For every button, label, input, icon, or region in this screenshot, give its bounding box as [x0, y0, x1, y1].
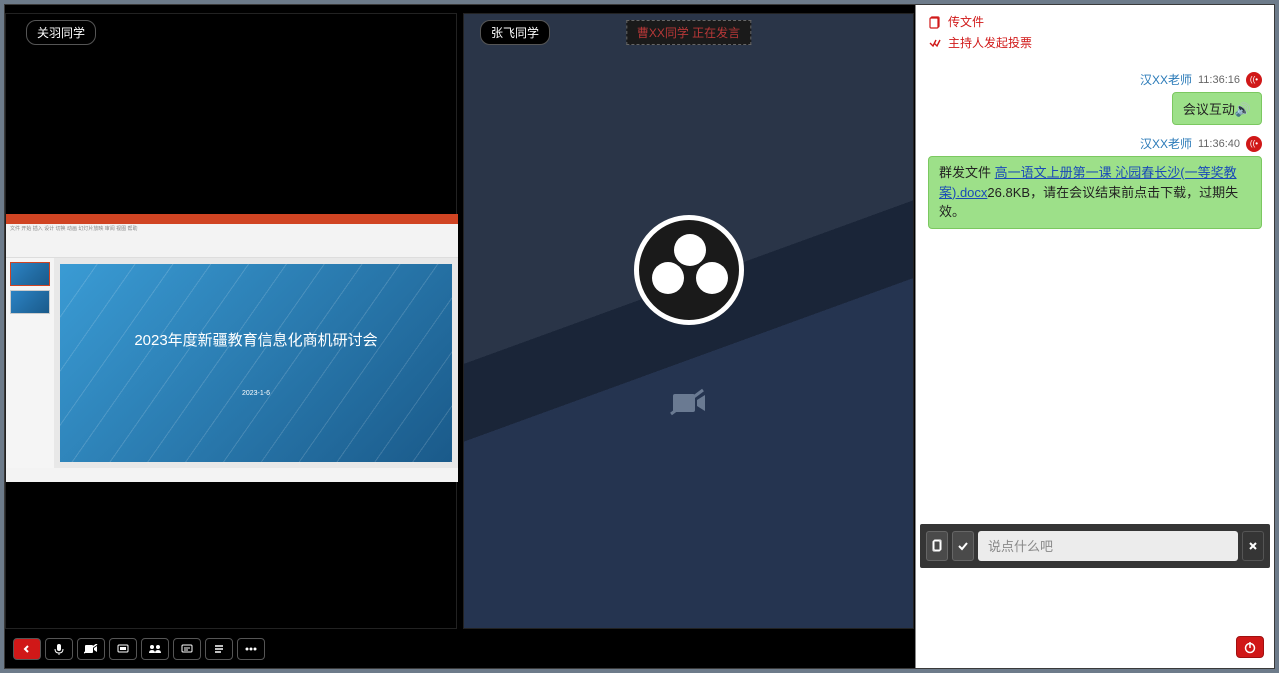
ppt-thumbnail-panel — [6, 258, 54, 468]
slide-date: 2023-1-6 — [242, 390, 270, 397]
chat-input-bar — [920, 524, 1270, 568]
close-input-button[interactable] — [1242, 531, 1264, 561]
host-vote-action[interactable]: 主持人发起投票 — [928, 34, 1262, 51]
chat-text-input[interactable] — [978, 531, 1238, 561]
ppt-slide-canvas: 2023年度新疆教育信息化商机研讨会 2023-1-6 — [54, 258, 458, 468]
upload-file-label: 传文件 — [948, 13, 984, 30]
chat-message: 汉XX老师 11:36:16 ((• 会议互动🔊 — [928, 71, 1262, 125]
speaking-name: 曹XX同学 — [637, 26, 689, 40]
screen-share-button[interactable] — [109, 638, 137, 660]
slide-title: 2023年度新疆教育信息化商机研讨会 — [134, 329, 377, 350]
upload-file-action[interactable]: 传文件 — [928, 13, 1262, 30]
file-prefix: 群发文件 — [939, 165, 995, 180]
camera-off-icon — [669, 385, 709, 427]
bottom-toolbar — [13, 638, 265, 660]
ppt-status-bar — [6, 468, 458, 482]
chat-messages: 汉XX老师 11:36:16 ((• 会议互动🔊 汉XX老师 11:36:40 … — [916, 63, 1274, 524]
check-button[interactable] — [952, 531, 974, 561]
participants-button[interactable] — [141, 638, 169, 660]
mic-button[interactable] — [45, 638, 73, 660]
slide-thumb-1[interactable] — [10, 262, 50, 286]
video-area: 关羽同学 文件 开始 插入 设计 切换 动画 幻灯片放映 审阅 视图 帮助 20… — [5, 5, 915, 668]
chat-message: 汉XX老师 11:36:40 ((• 群发文件 高一语文上册第一课 沁园春长沙(… — [928, 135, 1262, 229]
msg-sender: 汉XX老师 — [1140, 135, 1192, 152]
host-vote-label: 主持人发起投票 — [948, 34, 1032, 51]
attach-button[interactable] — [926, 531, 948, 561]
chat-button[interactable] — [173, 638, 201, 660]
list-button[interactable] — [205, 638, 233, 660]
msg-file-bubble: 群发文件 高一语文上册第一课 沁园春长沙(一等奖教案).docx26.8KB，请… — [928, 156, 1262, 229]
shared-screen-ppt: 文件 开始 插入 设计 切换 动画 幻灯片放映 审阅 视图 帮助 2023年度新… — [6, 214, 458, 482]
participant-name-right: 张飞同学 — [480, 20, 550, 45]
power-button[interactable] — [1236, 636, 1264, 658]
obs-logo-icon — [634, 215, 744, 325]
msg-sender: 汉XX老师 — [1140, 71, 1192, 88]
msg-time: 11:36:40 — [1198, 138, 1240, 150]
chat-panel: 传文件 主持人发起投票 汉XX老师 11:36:16 ((• 会议互动🔊 汉XX… — [915, 5, 1274, 668]
participant-name-left: 关羽同学 — [26, 20, 96, 45]
camera-button[interactable] — [77, 638, 105, 660]
slide-thumb-2[interactable] — [10, 290, 50, 314]
file-size: 26.8KB — [987, 185, 1030, 200]
broadcast-icon: ((• — [1246, 136, 1262, 152]
speaking-indicator: 曹XX同学 正在发言 — [626, 20, 751, 45]
ppt-title-bar — [6, 214, 458, 224]
ppt-ribbon: 文件 开始 插入 设计 切换 动画 幻灯片放映 审阅 视图 帮助 — [6, 224, 458, 258]
msg-time: 11:36:16 — [1198, 74, 1240, 86]
collapse-button[interactable] — [13, 638, 41, 660]
more-button[interactable] — [237, 638, 265, 660]
msg-bubble[interactable]: 会议互动🔊 — [1172, 92, 1262, 125]
speaking-label: 正在发言 — [692, 26, 740, 40]
video-pane-left: 关羽同学 文件 开始 插入 设计 切换 动画 幻灯片放映 审阅 视图 帮助 20… — [5, 13, 457, 629]
broadcast-icon: ((• — [1246, 72, 1262, 88]
video-pane-right: 张飞同学 曹XX同学 正在发言 — [463, 13, 914, 629]
